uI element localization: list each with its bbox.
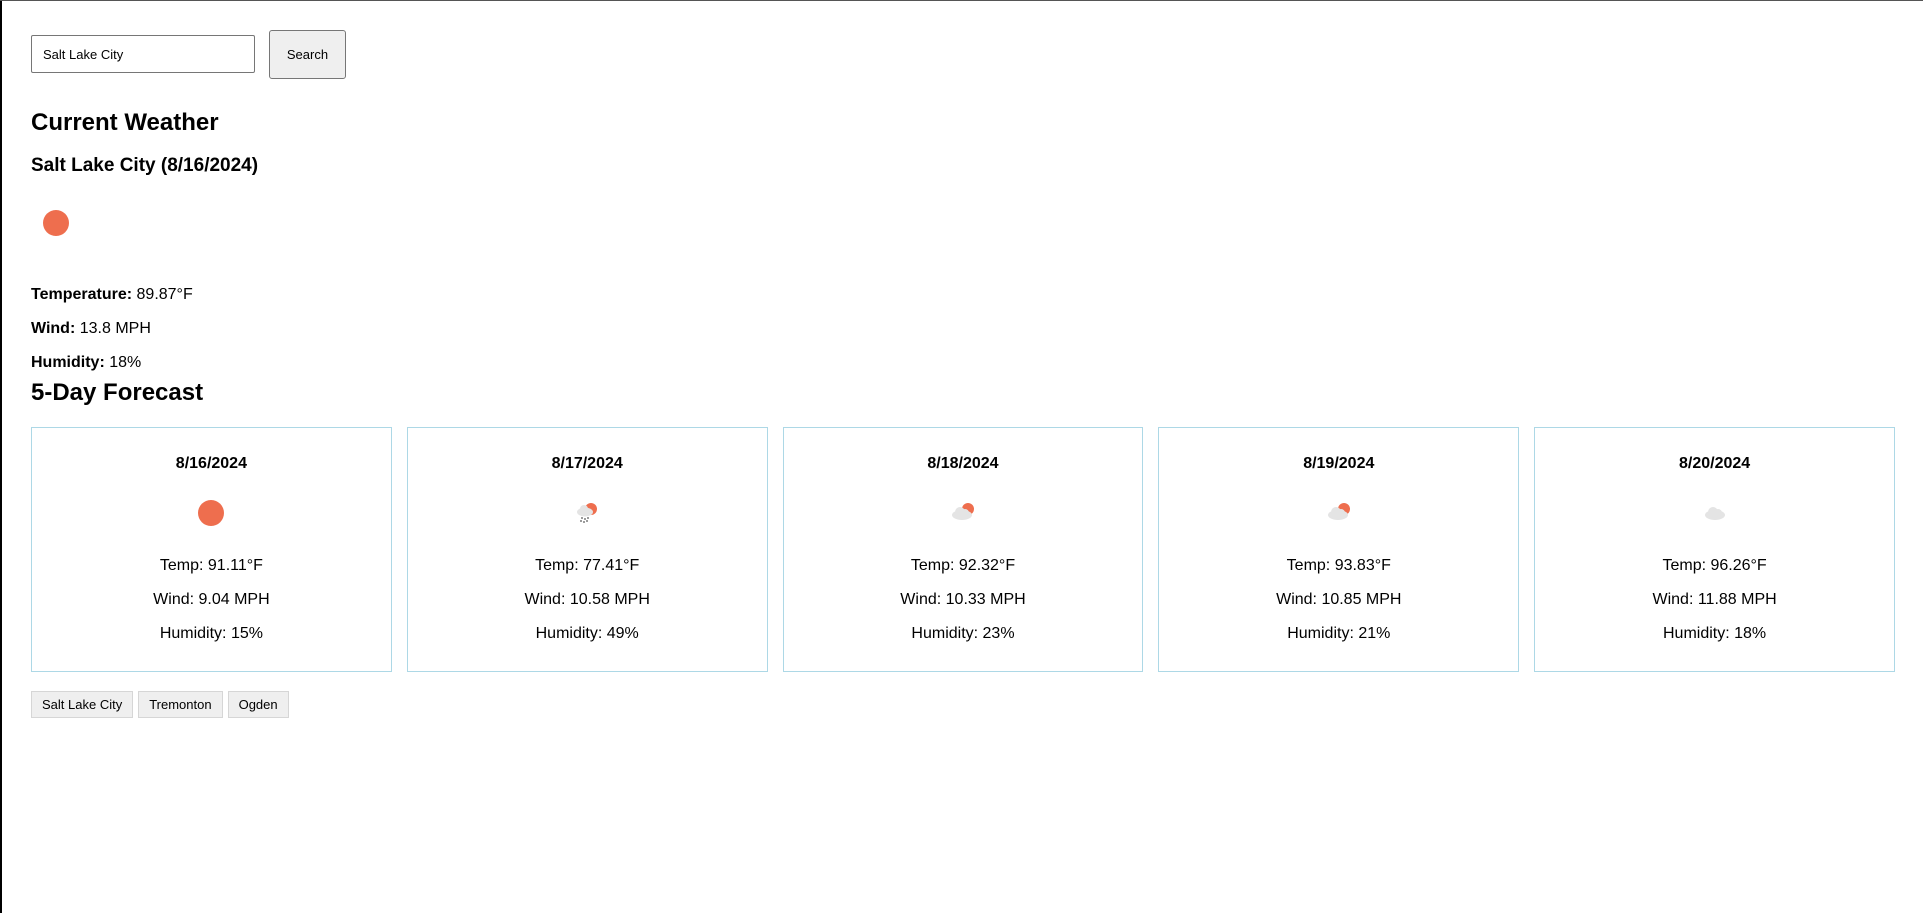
temperature-label: Temperature: — [31, 286, 133, 303]
weather-dashboard: Search Current Weather Salt Lake City (8… — [31, 29, 1895, 718]
forecast-wind: Wind: 10.85 MPH — [1276, 591, 1402, 608]
forecast-humidity: Humidity: 15% — [159, 625, 263, 642]
edge-mark — [2, 113, 5, 115]
forecast-temp: Temp: 91.11°F — [159, 557, 263, 574]
forecast-card: 8/17/2024 Temp: 77.41°F Wind: 10.58 MPH … — [406, 427, 768, 672]
forecast-wind: Wind: 10.33 MPH — [900, 591, 1026, 608]
forecast-humidity: Humidity: 18% — [1663, 625, 1767, 642]
forecast-wind: Wind: 11.88 MPH — [1652, 591, 1777, 608]
forecast-temp: Temp: 77.41°F — [535, 557, 640, 574]
wind-label: Wind: — [31, 320, 76, 337]
forecast-date: 8/19/2024 — [1303, 455, 1375, 472]
forecast-temp: Temp: 93.83°F — [1286, 557, 1391, 574]
search-history: Salt Lake City Tremonton Ogden — [31, 691, 289, 718]
wind-value: 13.8 MPH — [79, 320, 151, 337]
history-city-button[interactable]: Salt Lake City — [31, 691, 134, 718]
forecast-card: 8/18/2024 Temp: 92.32°F Wind: 10.33 MPH … — [782, 427, 1144, 672]
edge-mark — [2, 651, 5, 653]
rain-sun-icon — [577, 503, 598, 523]
edge-mark — [2, 881, 5, 883]
cloud-icon — [1704, 507, 1725, 520]
forecast-temp: Temp: 96.26°F — [1662, 557, 1767, 574]
current-weather-title: Current Weather — [31, 109, 219, 136]
history-city-button[interactable]: Tremonton — [138, 691, 223, 718]
current-temperature: Temperature: 89.87°F — [31, 285, 193, 305]
forecast-wind: Wind: 10.58 MPH — [524, 591, 650, 608]
forecast-card: 8/20/2024 Temp: 96.26°F Wind: 11.88 MPH … — [1534, 427, 1895, 672]
forecast-date: 8/16/2024 — [175, 455, 247, 472]
current-wind: Wind: 13.8 MPH — [31, 319, 151, 339]
search-button[interactable]: Search — [269, 29, 346, 79]
forecast-cards: 8/16/2024 Temp: 91.11°F Wind: 9.04 MPH H… — [31, 427, 1895, 672]
current-humidity: Humidity: 18% — [31, 353, 141, 373]
city-search-input[interactable] — [31, 35, 255, 73]
forecast-card: 8/19/2024 Temp: 93.83°F Wind: 10.85 MPH … — [1158, 427, 1520, 672]
forecast-humidity: Humidity: 23% — [911, 625, 1015, 642]
temperature-value: 89.87°F — [136, 286, 193, 303]
partly-cloudy-icon — [951, 503, 974, 520]
current-city-heading: Salt Lake City (8/16/2024) — [31, 155, 259, 176]
history-city-button[interactable]: Ogden — [227, 691, 289, 718]
humidity-label: Humidity: — [31, 354, 105, 371]
forecast-humidity: Humidity: 21% — [1287, 625, 1391, 642]
partly-cloudy-icon — [1327, 503, 1350, 520]
sun-icon — [43, 210, 69, 236]
forecast-date: 8/17/2024 — [551, 455, 623, 472]
forecast-date: 8/20/2024 — [1678, 455, 1751, 472]
forecast-date: 8/18/2024 — [927, 455, 999, 472]
search-bar: Search — [31, 29, 1895, 79]
forecast-humidity: Humidity: 49% — [535, 625, 639, 642]
forecast-wind: Wind: 9.04 MPH — [153, 591, 270, 608]
window-left-edge — [0, 1, 5, 913]
forecast-temp: Temp: 92.32°F — [910, 557, 1016, 574]
forecast-card: 8/16/2024 Temp: 91.11°F Wind: 9.04 MPH H… — [31, 427, 392, 672]
humidity-value: 18% — [109, 354, 142, 371]
forecast-title: 5-Day Forecast — [31, 379, 204, 406]
sun-icon — [198, 500, 225, 526]
